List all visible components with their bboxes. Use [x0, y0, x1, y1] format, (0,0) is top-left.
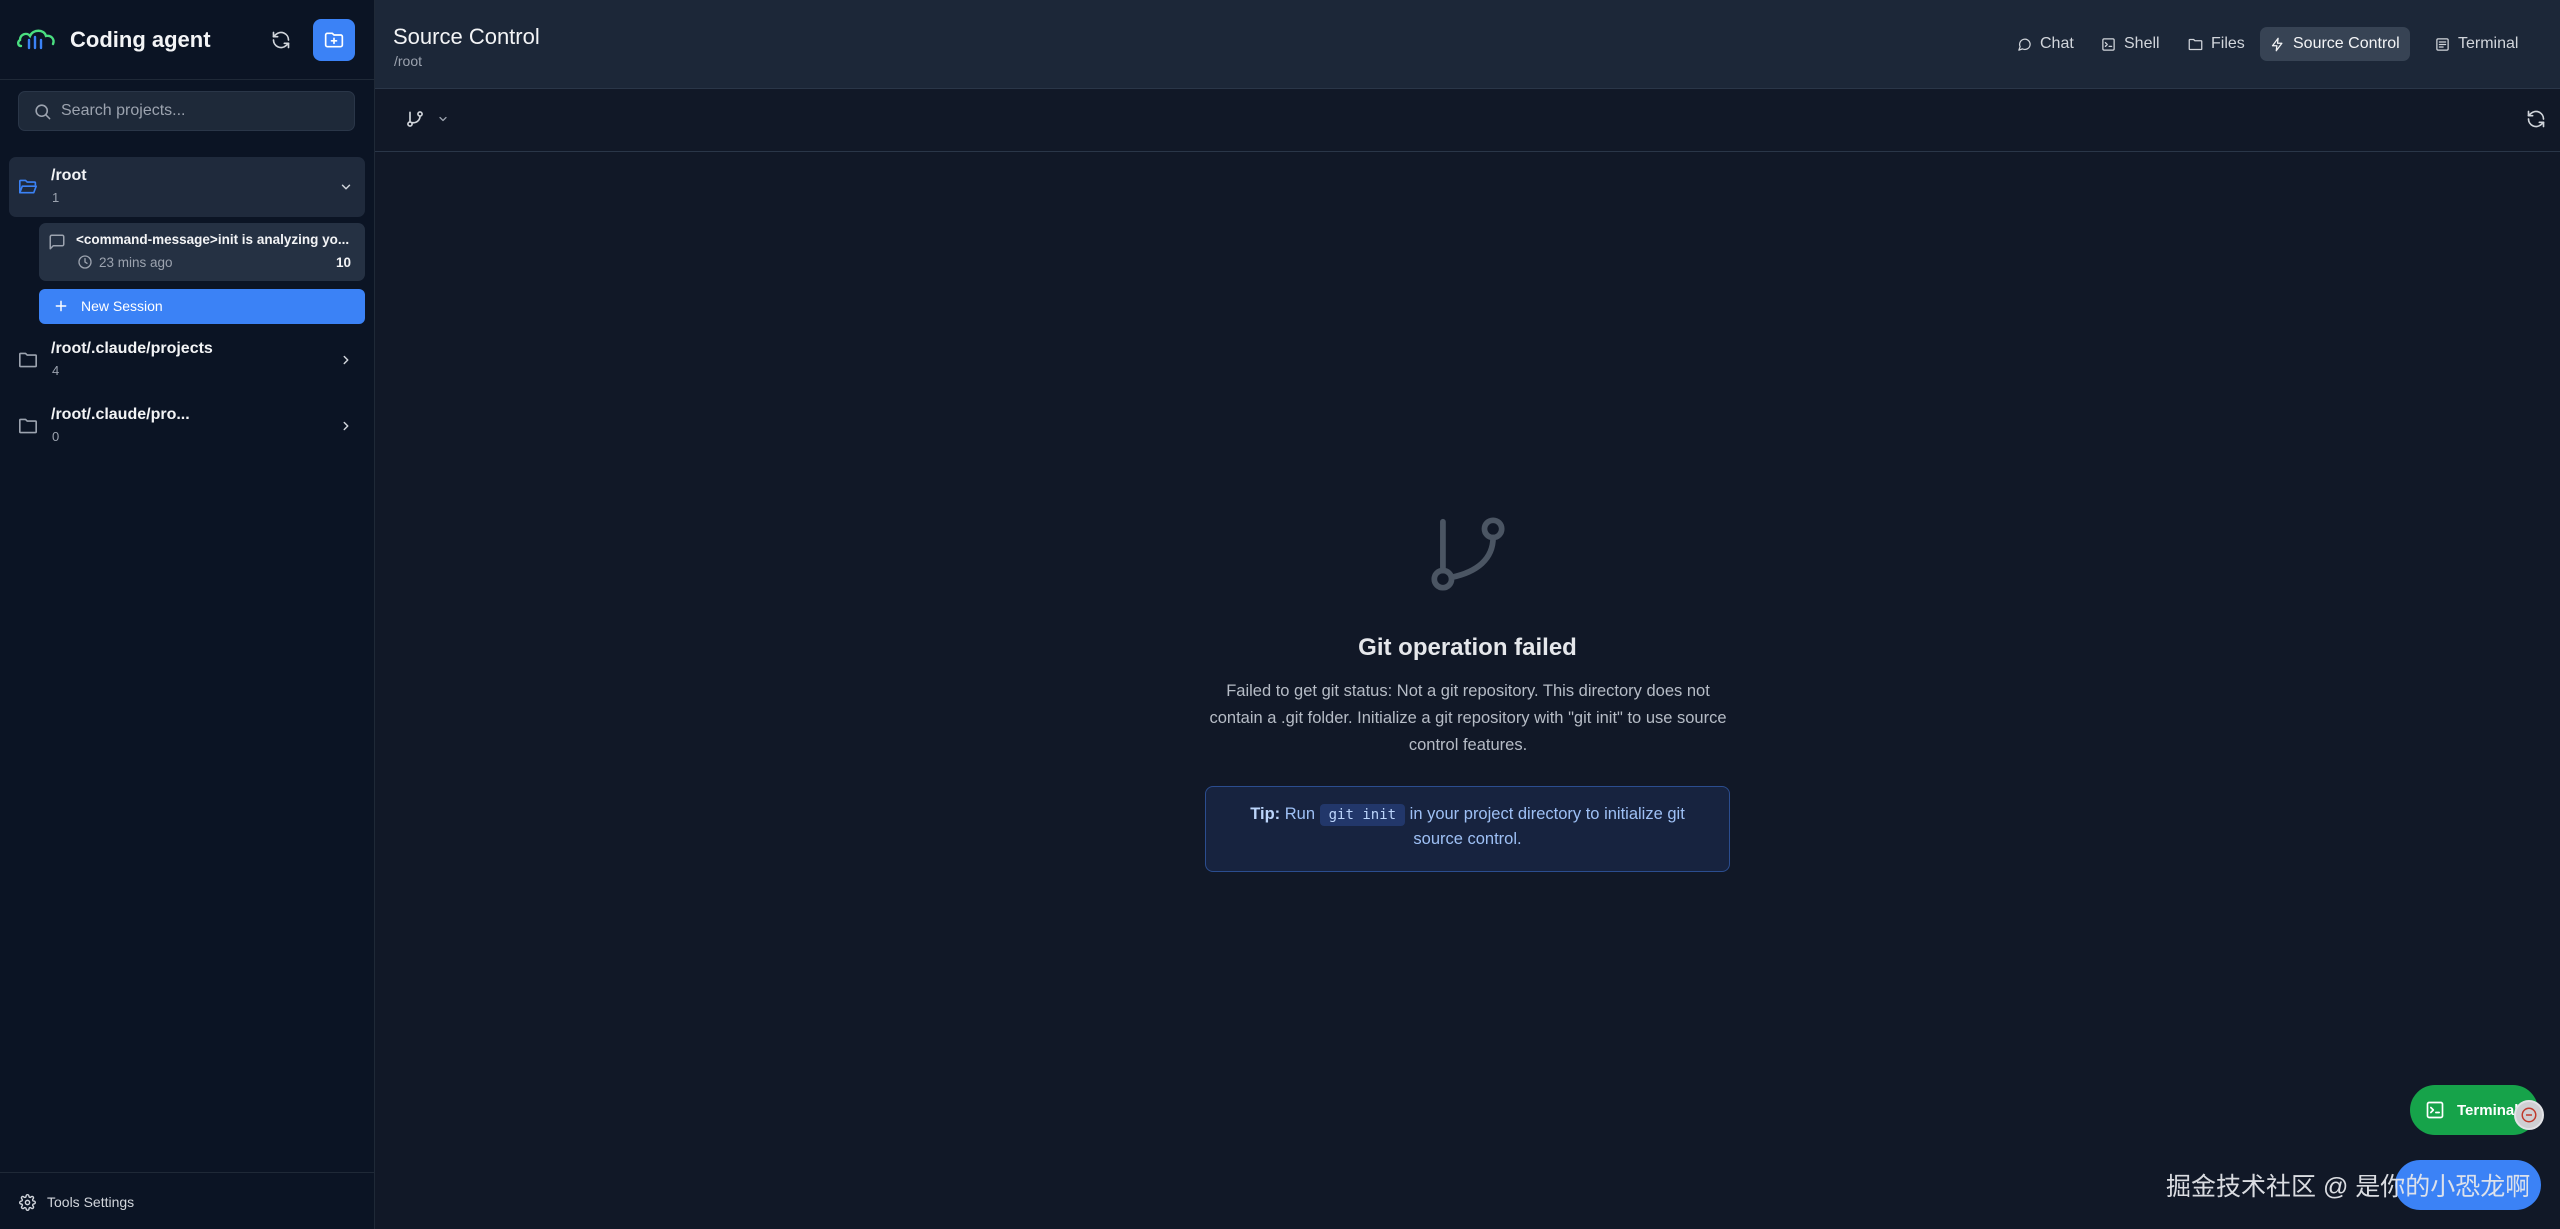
- tab-terminal[interactable]: Terminal: [2425, 27, 2528, 61]
- floating-terminal-label: Terminal: [2457, 1101, 2519, 1119]
- project-item-root[interactable]: /root 1: [9, 157, 365, 217]
- tools-settings-button[interactable]: Tools Settings: [0, 1172, 374, 1229]
- app-title: Coding agent: [70, 27, 211, 52]
- tab-source-control[interactable]: Source Control: [2260, 27, 2410, 61]
- tip-box: Tip: Run git init in your project direct…: [1205, 786, 1730, 872]
- chevron-right-icon: [343, 421, 349, 431]
- gear-icon: [19, 1194, 36, 1211]
- project-name: /root/.claude/projects: [51, 340, 213, 357]
- folder-plus-icon: [324, 32, 344, 48]
- folder-icon: [18, 418, 37, 434]
- search-projects: [18, 91, 355, 131]
- tab-label: Shell: [2124, 35, 2160, 52]
- error-title: Git operation failed: [1358, 634, 1577, 661]
- avatar-icon: [2521, 1107, 2537, 1123]
- search-icon: [35, 104, 51, 120]
- project-session-count: 4: [52, 363, 60, 378]
- terminal-window-icon: [2436, 37, 2449, 51]
- clock-icon: [78, 255, 92, 269]
- project-session-count: 1: [52, 190, 60, 205]
- sidebar: Coding agent /root 1 <com: [0, 0, 375, 1229]
- refresh-icon: [2527, 110, 2545, 128]
- new-project-button[interactable]: [313, 19, 355, 61]
- chevron-down-icon: [341, 184, 351, 190]
- project-name: /root/.claude/pro...: [51, 406, 190, 423]
- refresh-status-button[interactable]: [2526, 109, 2546, 129]
- session-message-count: 10: [335, 255, 351, 270]
- git-icon: [2271, 37, 2283, 51]
- project-session-count: 0: [52, 429, 60, 444]
- project-item-claude-pro[interactable]: /root/.claude/pro... 0: [9, 396, 365, 456]
- folder-open-icon: [18, 179, 37, 194]
- terminal-icon: [2426, 1101, 2444, 1119]
- tip-text-before: Run: [1284, 805, 1316, 823]
- new-session-label: New Session: [81, 298, 163, 314]
- tip-text-after: in your project directory to initialize …: [1409, 805, 1685, 848]
- tab-label: Files: [2211, 35, 2245, 52]
- chat-bubble-icon: [2018, 38, 2031, 51]
- tab-files[interactable]: Files: [2178, 27, 2255, 61]
- new-session-button[interactable]: New Session: [39, 289, 365, 324]
- error-message: Failed to get git status: Not a git repo…: [1209, 682, 1727, 754]
- tab-shell[interactable]: Shell: [2091, 27, 2170, 61]
- tip-label: Tip:: [1250, 805, 1281, 823]
- message-icon: [49, 234, 65, 250]
- git-branch-icon: [1425, 511, 1511, 597]
- terminal-icon: [2102, 37, 2115, 51]
- project-item-claude-projects[interactable]: /root/.claude/projects 4: [9, 330, 365, 390]
- tab-label: Terminal: [2458, 35, 2519, 52]
- app-logo-icon: [16, 26, 58, 52]
- chevron-right-icon: [343, 355, 349, 365]
- session-time: 23 mins ago: [99, 255, 173, 270]
- source-control-toolbar: [375, 89, 2560, 152]
- plus-icon: [55, 300, 67, 312]
- tab-label: Source Control: [2293, 35, 2400, 52]
- git-branch-icon: [407, 111, 423, 127]
- folder-icon: [2188, 38, 2203, 50]
- session-title: <command-message>init is analyzing yo...: [76, 232, 350, 247]
- tip-code: git init: [1319, 804, 1406, 826]
- branch-selector[interactable]: [405, 109, 449, 129]
- main-panel: Source Control /root Chat Shell Files So…: [375, 0, 2560, 1229]
- page-title: Source Control: [393, 24, 540, 49]
- tools-settings-label: Tools Settings: [47, 1194, 135, 1210]
- chevron-down-icon: [439, 116, 447, 122]
- avatar[interactable]: [2514, 1100, 2544, 1130]
- folder-icon: [18, 352, 37, 368]
- refresh-icon: [272, 31, 290, 49]
- tab-chat[interactable]: Chat: [2007, 27, 2084, 61]
- project-name: /root: [51, 167, 87, 184]
- session-item[interactable]: <command-message>init is analyzing yo...…: [39, 223, 365, 281]
- page-path: /root: [394, 53, 423, 69]
- search-input[interactable]: [61, 92, 341, 130]
- refresh-projects-button[interactable]: [266, 26, 296, 54]
- tab-label: Chat: [2040, 35, 2074, 52]
- main-header: Source Control /root Chat Shell Files So…: [375, 0, 2560, 89]
- watermark: 掘金技术社区 @ 是你的小恐龙啊: [2166, 1173, 2531, 1201]
- sidebar-header: Coding agent: [0, 0, 374, 80]
